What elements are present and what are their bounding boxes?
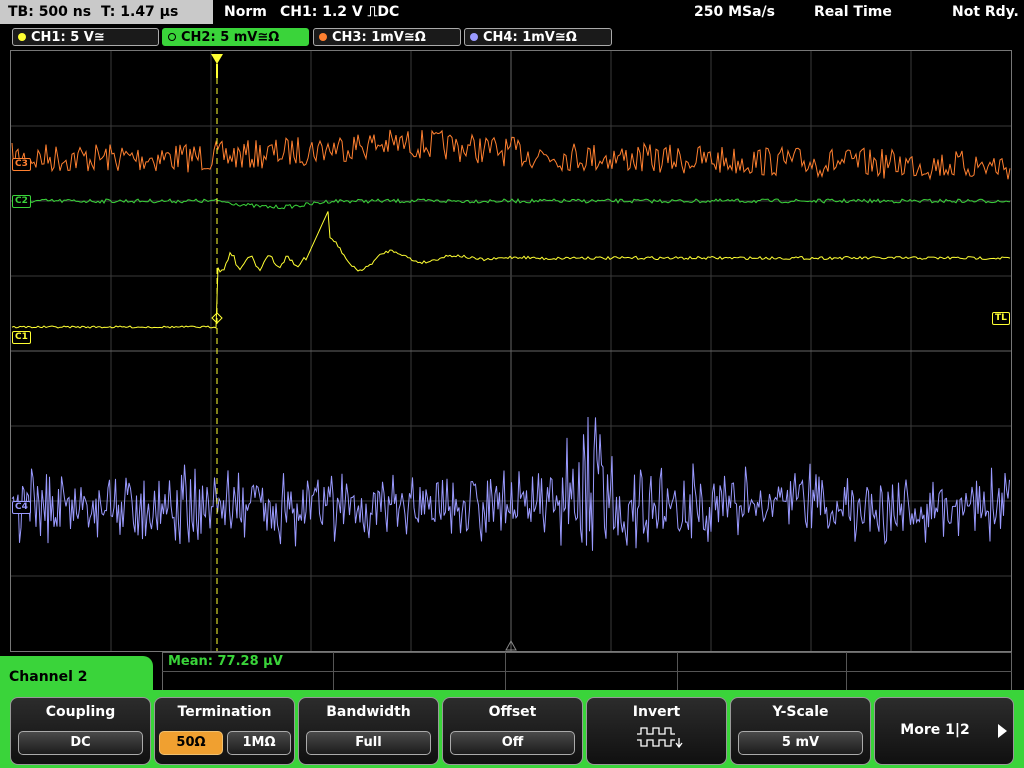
- coupling-label: Coupling: [45, 704, 116, 720]
- yscale-softkey[interactable]: Y-Scale 5 mV: [730, 697, 871, 765]
- yscale-value[interactable]: 5 mV: [738, 731, 863, 755]
- termination-1mohm-option[interactable]: 1MΩ: [227, 731, 291, 755]
- offset-label: Offset: [488, 704, 537, 720]
- termination-label: Termination: [177, 704, 272, 720]
- more-softkey[interactable]: More 1|2: [874, 697, 1014, 765]
- ch1-offset-marker[interactable]: C1: [12, 331, 31, 344]
- square-wave-invert-icon: [637, 727, 683, 749]
- invert-label: Invert: [632, 704, 681, 720]
- measurement-panel: [162, 652, 1012, 692]
- termination-softkey[interactable]: Termination 50Ω 1MΩ: [154, 697, 295, 765]
- bandwidth-softkey[interactable]: Bandwidth Full: [298, 697, 439, 765]
- screen-border: [10, 50, 1012, 652]
- ch2-offset-marker[interactable]: C2: [12, 195, 31, 208]
- bandwidth-value[interactable]: Full: [306, 731, 431, 755]
- ch4-offset-marker[interactable]: C4: [12, 501, 31, 514]
- next-page-icon: [998, 724, 1007, 738]
- menu-title-tab: Channel 2: [0, 656, 153, 700]
- offset-value[interactable]: Off: [450, 731, 575, 755]
- ch3-offset-marker[interactable]: C3: [12, 158, 31, 171]
- coupling-value[interactable]: DC: [18, 731, 143, 755]
- mean-measurement[interactable]: Mean: 77.28 µV: [168, 654, 283, 669]
- trigger-level-marker[interactable]: TL: [992, 312, 1010, 325]
- coupling-softkey[interactable]: Coupling DC: [10, 697, 151, 765]
- bandwidth-label: Bandwidth: [326, 704, 411, 720]
- more-label: More 1|2: [900, 722, 970, 738]
- invert-softkey[interactable]: Invert: [586, 697, 727, 765]
- offset-softkey[interactable]: Offset Off: [442, 697, 583, 765]
- yscale-label: Y-Scale: [772, 704, 829, 720]
- termination-50ohm-option[interactable]: 50Ω: [159, 731, 223, 755]
